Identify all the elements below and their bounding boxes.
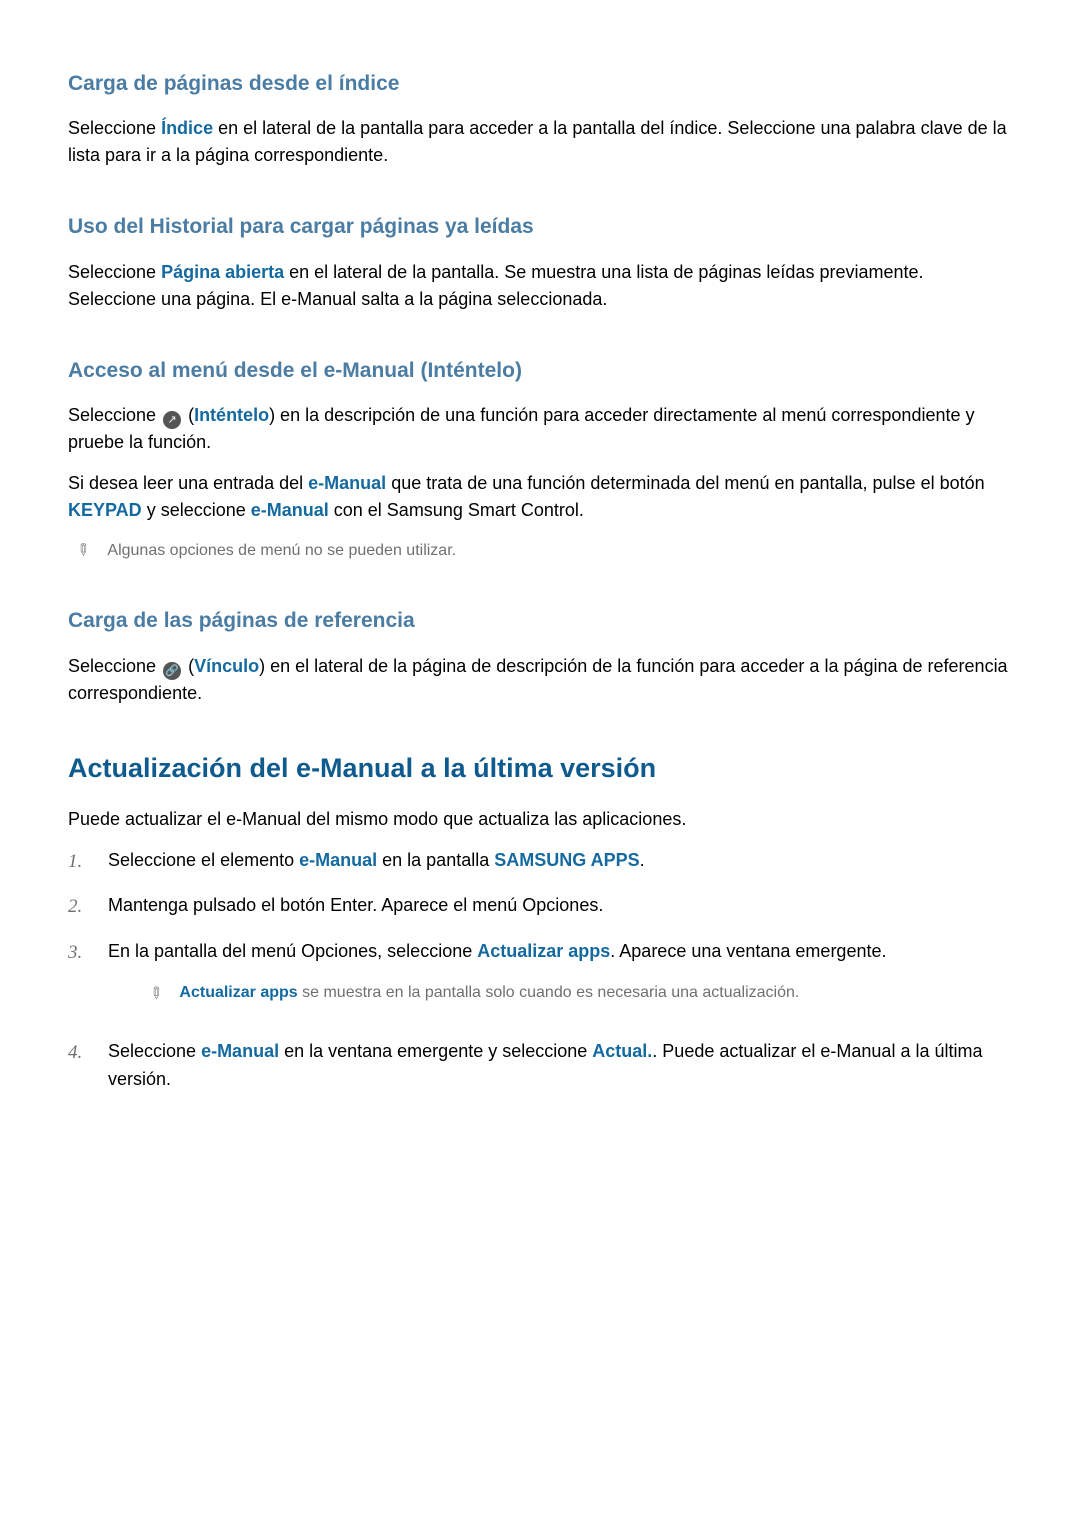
link-intentelo[interactable]: Inténtelo (194, 405, 269, 425)
link-actual[interactable]: Actual. (592, 1041, 652, 1061)
section-index-pages: Carga de páginas desde el índice Selecci… (68, 70, 1012, 169)
paragraph: Seleccione Índice en el lateral de la pa… (68, 115, 1012, 169)
link-pagina-abierta[interactable]: Página abierta (161, 262, 284, 282)
section-try-it: Acceso al menú desde el e-Manual (Intént… (68, 357, 1012, 564)
link-vinculo[interactable]: Vínculo (194, 656, 259, 676)
link-indice[interactable]: Índice (161, 118, 213, 138)
link-e-manual[interactable]: e-Manual (251, 500, 329, 520)
link-e-manual[interactable]: e-Manual (308, 473, 386, 493)
list-item: Seleccione e-Manual en la ventana emerge… (68, 1038, 1012, 1094)
paragraph: Seleccione 🔗 (Vínculo) en el lateral de … (68, 653, 1012, 707)
list-item: Seleccione el elemento e-Manual en la pa… (68, 847, 1012, 876)
link-icon: 🔗 (163, 662, 181, 680)
paragraph: Si desea leer una entrada del e-Manual q… (68, 470, 1012, 524)
heading-try-it: Acceso al menú desde el e-Manual (Intént… (68, 357, 1012, 384)
note-row: ✎ Algunas opciones de menú no se pueden … (68, 538, 1012, 564)
section-history: Uso del Historial para cargar páginas ya… (68, 213, 1012, 312)
heading-history: Uso del Historial para cargar páginas ya… (68, 213, 1012, 240)
heading-update-emanual: Actualización del e-Manual a la última v… (68, 751, 1012, 786)
try-it-icon: ↗ (163, 411, 181, 429)
note-row: ✎ Actualizar apps se muestra en la panta… (108, 980, 1012, 1007)
paragraph-intro: Puede actualizar el e-Manual del mismo m… (68, 806, 1012, 833)
link-e-manual[interactable]: e-Manual (299, 850, 377, 870)
heading-index-pages: Carga de páginas desde el índice (68, 70, 1012, 97)
section-reference-pages: Carga de las páginas de referencia Selec… (68, 607, 1012, 706)
pencil-icon: ✎ (141, 981, 168, 1008)
note-text: Actualizar apps se muestra en la pantall… (179, 980, 799, 1006)
paragraph: Seleccione ↗ (Inténtelo) en la descripci… (68, 402, 1012, 456)
link-samsung-apps[interactable]: SAMSUNG APPS (494, 850, 639, 870)
link-actualizar-apps[interactable]: Actualizar apps (179, 984, 297, 1001)
list-item: Mantenga pulsado el botón Enter. Aparece… (68, 892, 1012, 921)
document-page: Carga de páginas desde el índice Selecci… (0, 0, 1080, 1172)
note-text: Algunas opciones de menú no se pueden ut… (107, 538, 456, 564)
section-update-emanual: Actualización del e-Manual a la última v… (68, 751, 1012, 1094)
pencil-icon: ✎ (71, 538, 95, 562)
list-item: En la pantalla del menú Opciones, selecc… (68, 938, 1012, 1023)
link-e-manual[interactable]: e-Manual (201, 1041, 279, 1061)
link-keypad[interactable]: KEYPAD (68, 500, 142, 520)
link-actualizar-apps[interactable]: Actualizar apps (477, 941, 610, 961)
heading-reference-pages: Carga de las páginas de referencia (68, 607, 1012, 634)
paragraph: Seleccione Página abierta en el lateral … (68, 259, 1012, 313)
ordered-list: Seleccione el elemento e-Manual en la pa… (68, 847, 1012, 1094)
